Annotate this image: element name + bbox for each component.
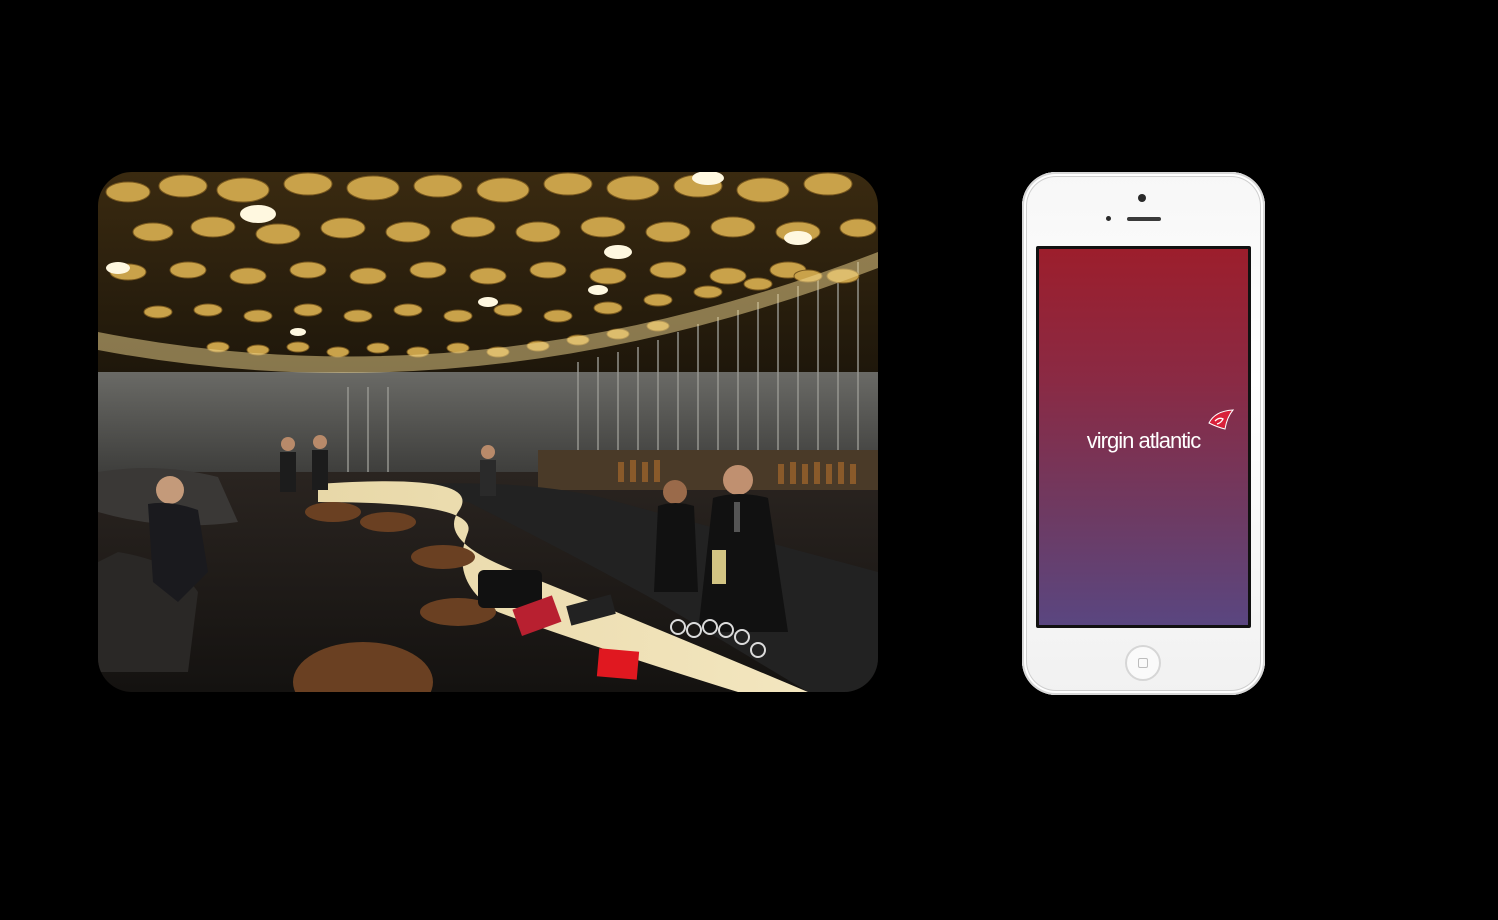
front-camera-icon bbox=[1138, 194, 1146, 202]
virgin-logo-icon bbox=[1208, 409, 1235, 430]
smartphone-icon: virgin atlantic bbox=[1022, 172, 1265, 695]
home-button-square-icon bbox=[1138, 658, 1148, 668]
phone-screen: virgin atlantic bbox=[1036, 246, 1251, 628]
stage: virgin atlantic bbox=[0, 0, 1498, 920]
lounge-bar-illustration bbox=[98, 172, 878, 692]
lounge-bar-photo bbox=[98, 172, 878, 692]
earpiece-speaker-icon bbox=[1127, 217, 1161, 221]
home-button-icon bbox=[1125, 645, 1161, 681]
app-splash-screen: virgin atlantic bbox=[1039, 249, 1248, 625]
proximity-sensor-icon bbox=[1106, 216, 1111, 221]
virgin-atlantic-wordmark: virgin atlantic bbox=[1086, 428, 1201, 453]
